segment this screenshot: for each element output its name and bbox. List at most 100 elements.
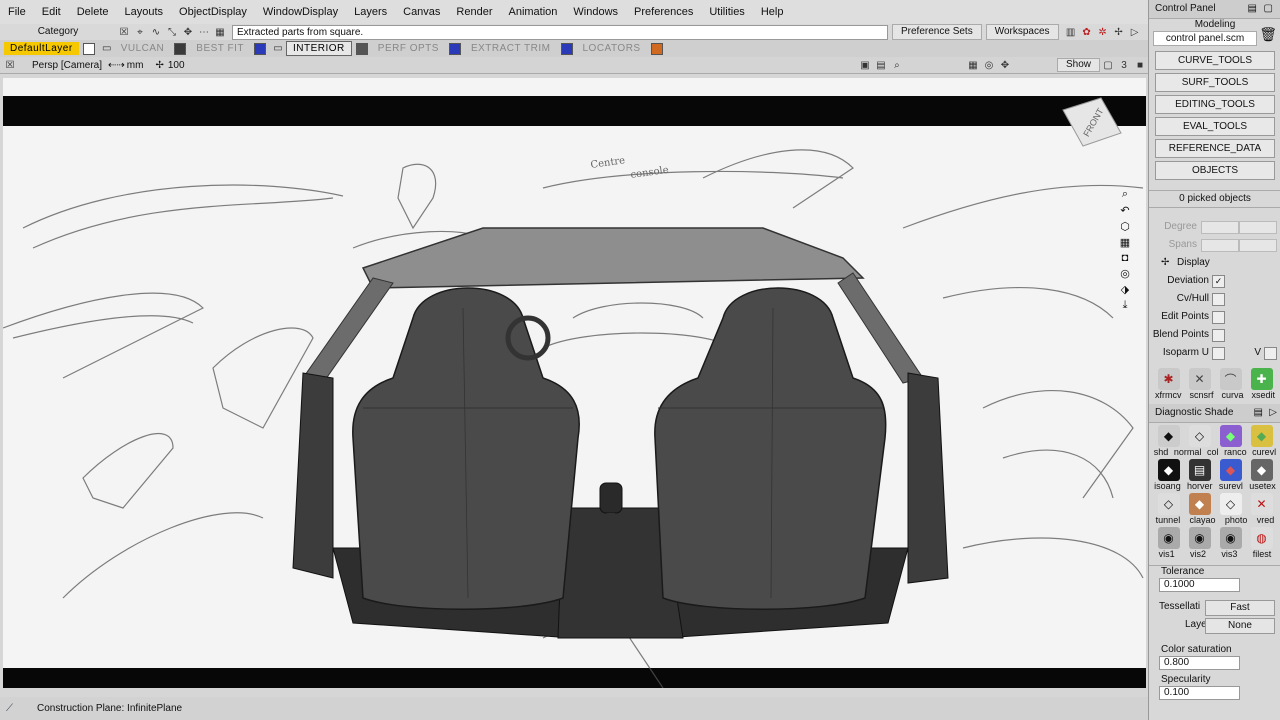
vis3-icon[interactable]: ◉ [1219,527,1242,549]
xfrmcv-icon[interactable]: ✱ [1157,368,1180,390]
vred-icon[interactable]: ✕ [1250,493,1273,515]
grid-icon[interactable]: ▦ [1120,236,1130,249]
normal-icon[interactable]: ◇ [1188,425,1211,447]
spans-field-2[interactable] [1239,239,1277,252]
filest-icon[interactable]: ◍ [1250,527,1273,549]
snap-icon[interactable]: ◘ [1122,252,1129,264]
maximize-icon[interactable]: ■ [1132,58,1148,72]
scale-icon[interactable]: ⤡ [164,25,180,39]
orbit-icon[interactable]: ◎ [1120,267,1130,280]
scnsrf-icon[interactable]: ✕ [1188,368,1211,390]
close-icon[interactable]: ☒ [116,25,132,39]
menu-render[interactable]: Render [448,0,500,24]
cvhull-checkbox[interactable] [1212,293,1225,306]
layer-extract-trim[interactable]: EXTRACT TRIM [465,42,557,55]
menu-layouts[interactable]: Layouts [117,0,172,24]
more-icon[interactable]: ⋯ [196,25,212,39]
grid-icon[interactable]: ▦ [212,25,228,39]
menu-edit[interactable]: Edit [34,0,69,24]
menu-windowdisplay[interactable]: WindowDisplay [255,0,346,24]
xsedit-icon[interactable]: ✚ [1250,368,1273,390]
layer-vulcan[interactable]: VULCAN [115,42,171,55]
menu-animation[interactable]: Animation [501,0,566,24]
undo-icon[interactable]: ↶ [1120,204,1129,217]
move-icon[interactable]: ✥ [180,25,196,39]
blend-points-checkbox[interactable] [1212,329,1225,342]
target-icon[interactable]: ◎ [981,58,997,72]
isoparm-v-checkbox[interactable] [1264,347,1277,360]
dock-icon[interactable]: ▷ [1269,404,1277,422]
perspective-viewport[interactable]: FRONT Centre console ⌕ ↶ ⬡ ▦ ◘ ◎ ⬗ ⤓ [3,78,1146,688]
col-icon[interactable]: ◆ [1219,425,1242,447]
degree-field[interactable] [1201,221,1239,234]
pick-icon[interactable]: ⬗ [1121,283,1129,296]
photo-icon[interactable]: ◇ [1219,493,1242,515]
isoparm-u-checkbox[interactable] [1212,347,1225,360]
select-icon[interactable]: ⌖ [132,25,148,39]
horver-icon[interactable]: ▤ [1188,459,1211,481]
workspaces-button[interactable]: Workspaces [985,24,1059,40]
dock-icon[interactable]: ▢ [1264,0,1273,18]
list-icon[interactable]: ▤ [1254,404,1263,422]
curve-tools-button[interactable]: CURVE_TOOLS [1155,51,1275,70]
usetex-icon[interactable]: ◆ [1250,459,1273,481]
degree-field-2[interactable] [1239,221,1277,234]
eval-tools-button[interactable]: EVAL_TOOLS [1155,117,1275,136]
deviation-checkbox[interactable]: ✓ [1212,275,1225,288]
surevl-icon[interactable]: ◆ [1219,459,1242,481]
menu-windows[interactable]: Windows [565,0,626,24]
show-button[interactable]: Show [1056,58,1100,72]
shd-icon[interactable]: ◆ [1157,425,1180,447]
workspace-icon[interactable]: ▥ [1063,25,1079,39]
folder-icon[interactable]: ▭ [270,42,286,56]
pan-icon[interactable]: ✥ [997,58,1013,72]
view-icon[interactable]: ▣ [857,58,873,72]
tolerance-field[interactable]: 0.1000 [1159,578,1240,592]
pin-icon[interactable]: ⤓ [1123,299,1128,312]
isoang-icon[interactable]: ◆ [1157,459,1180,481]
frame-icon[interactable]: ▤ [873,58,889,72]
menu-utilities[interactable]: Utilities [701,0,752,24]
play-icon[interactable]: ▷ [1127,25,1143,39]
clayao-icon[interactable]: ◆ [1188,493,1211,515]
display-section-header[interactable]: ✢ Display [1149,254,1280,272]
transform-icon[interactable]: ✢ [1111,25,1127,39]
specularity-field[interactable]: 0.100 [1159,686,1240,700]
folder-icon[interactable]: ▭ [99,42,115,56]
tunnel-icon[interactable]: ◇ [1157,493,1180,515]
editing-tools-button[interactable]: EDITING_TOOLS [1155,95,1275,114]
paint-icon[interactable]: ✿ [1079,25,1095,39]
layout-icon[interactable]: ▢ [1100,58,1116,72]
snap-icon[interactable]: ▦ [965,58,981,72]
car-interior-model[interactable]: FRONT Centre console [3,78,1146,688]
list-icon[interactable]: ▤ [1248,0,1257,18]
spans-field[interactable] [1201,239,1239,252]
curevl-icon[interactable]: ◆ [1250,425,1273,447]
layer-dropdown[interactable]: None [1205,618,1275,634]
tessellation-dropdown[interactable]: Fast [1205,600,1275,616]
default-layer[interactable]: DefaultLayer [4,42,79,55]
layer-locators[interactable]: LOCATORS [577,42,647,55]
three-icon[interactable]: 3 [1116,58,1132,72]
layer-interior[interactable]: INTERIOR [286,41,352,56]
menu-preferences[interactable]: Preferences [626,0,701,24]
vis2-icon[interactable]: ◉ [1188,527,1211,549]
zoom-icon[interactable]: ⌕ [1122,188,1128,201]
layer-perf-opts[interactable]: PERF OPTS [372,42,445,55]
layer-best-fit[interactable]: BEST FIT [190,42,250,55]
curve-icon[interactable]: ∿ [148,25,164,39]
viewport-close-icon[interactable]: ☒ [2,58,18,72]
vis1-icon[interactable]: ◉ [1157,527,1180,549]
menu-layers[interactable]: Layers [346,0,395,24]
settings-icon[interactable]: ✲ [1095,25,1111,39]
curva-icon[interactable]: ⌒ [1219,368,1242,390]
objects-button[interactable]: OBJECTS [1155,161,1275,180]
edit-points-checkbox[interactable] [1212,311,1225,324]
menu-canvas[interactable]: Canvas [395,0,448,24]
surf-tools-button[interactable]: SURF_TOOLS [1155,73,1275,92]
picked-objects-dropdown[interactable]: 0 picked objects [1149,190,1280,208]
menu-help[interactable]: Help [753,0,792,24]
zoom-icon[interactable]: ⌕ [889,58,905,72]
menu-delete[interactable]: Delete [69,0,117,24]
shield-icon[interactable]: ⬡ [1120,220,1130,233]
